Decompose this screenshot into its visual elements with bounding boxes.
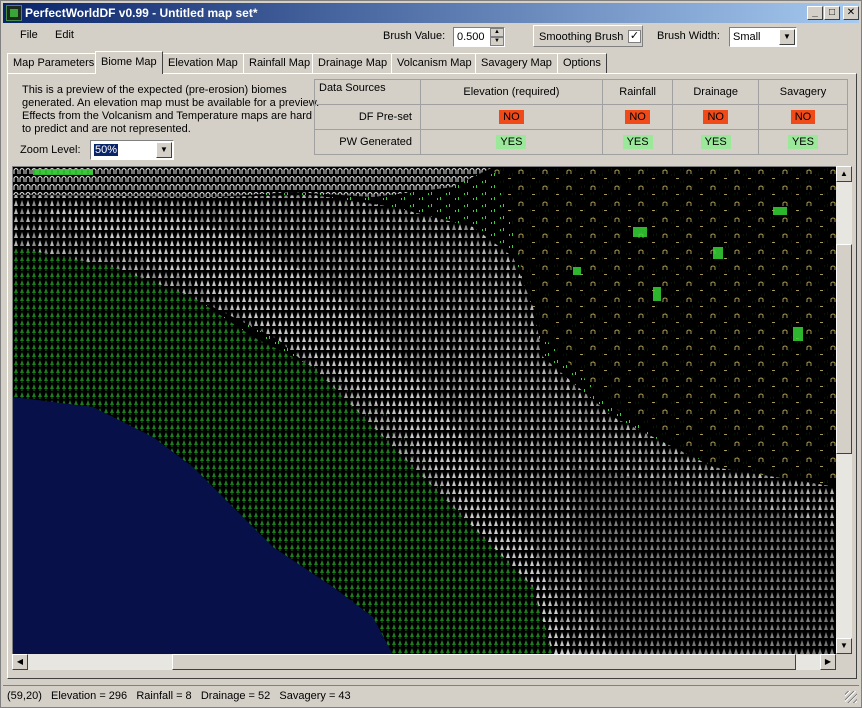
scroll-up-icon[interactable]: ▲ xyxy=(836,166,852,182)
status-badge: YES xyxy=(496,135,527,149)
brush-width-label: Brush Width: xyxy=(657,30,720,42)
biome-map-canvas[interactable] xyxy=(12,166,836,654)
title-bar: PerfectWorldDF v0.99 - Untitled map set*… xyxy=(3,3,859,23)
data-sources-title: Data Sources xyxy=(314,79,421,105)
grass-patch xyxy=(33,169,93,175)
brush-width-value: Small xyxy=(733,31,761,43)
vertical-scrollbar[interactable]: ▲ ▼ xyxy=(836,166,852,654)
smoothing-brush-label: Smoothing Brush xyxy=(539,31,624,43)
horizontal-scrollbar[interactable]: ◀ ▶ xyxy=(12,654,836,670)
status-badge: NO xyxy=(625,110,650,124)
horizontal-scroll-thumb[interactable] xyxy=(172,654,796,670)
tab-savagery-map[interactable]: Savagery Map xyxy=(475,53,558,73)
column-header: Savagery xyxy=(757,79,849,105)
grass-patch xyxy=(573,267,581,275)
status-badge: YES xyxy=(787,135,818,149)
row-label: PW Generated xyxy=(314,129,421,155)
tab-options[interactable]: Options xyxy=(557,53,607,73)
scroll-down-icon[interactable]: ▼ xyxy=(836,638,852,654)
biome-map-image[interactable] xyxy=(13,167,836,654)
smoothing-brush-toggle[interactable]: Smoothing Brush ✓ xyxy=(533,25,643,47)
window-title: PerfectWorldDF v0.99 - Untitled map set* xyxy=(25,6,258,20)
menu-edit[interactable]: Edit xyxy=(55,29,74,41)
zoom-level-select[interactable]: 50% ▼ xyxy=(90,140,174,160)
menu-file[interactable]: File xyxy=(20,29,38,41)
minimize-button[interactable]: _ xyxy=(807,6,823,20)
brush-value-spinner[interactable]: 0.500 ▲ ▼ xyxy=(453,27,505,47)
zoom-level-label: Zoom Level: xyxy=(20,144,81,156)
brush-width-select[interactable]: Small ▼ xyxy=(729,27,797,47)
tab-volcanism-map[interactable]: Volcanism Map xyxy=(391,53,478,73)
status-badge: NO xyxy=(703,110,728,124)
grass-patch xyxy=(773,207,787,215)
status-badge: YES xyxy=(622,135,653,149)
tab-rainfall-map[interactable]: Rainfall Map xyxy=(243,53,317,73)
close-button[interactable]: ✕ xyxy=(843,6,859,20)
grass-patch xyxy=(713,247,723,259)
chevron-down-icon[interactable]: ▼ xyxy=(156,142,172,158)
tab-map-parameters[interactable]: Map Parameters xyxy=(7,53,101,73)
grass-patch xyxy=(653,287,661,301)
scroll-left-icon[interactable]: ◀ xyxy=(12,654,28,670)
vertical-scroll-thumb[interactable] xyxy=(836,244,852,454)
biome-description: This is a preview of the expected (pre-e… xyxy=(22,84,320,135)
column-header: Rainfall xyxy=(601,79,674,105)
column-header: Elevation (required) xyxy=(420,79,603,105)
tab-elevation-map[interactable]: Elevation Map xyxy=(162,53,244,73)
grass-patch xyxy=(633,227,647,237)
tab-drainage-map[interactable]: Drainage Map xyxy=(312,53,394,73)
status-badge: NO xyxy=(499,110,524,124)
menu-bar: File Edit Brush Value: 0.500 ▲ ▼ Smoothi… xyxy=(3,25,859,47)
smoothing-brush-checkbox[interactable]: ✓ xyxy=(628,30,641,43)
status-badge: NO xyxy=(790,110,816,124)
column-header: Drainage xyxy=(672,79,759,105)
app-icon xyxy=(6,5,22,21)
zoom-level-value: 50% xyxy=(94,144,119,156)
status-badge: YES xyxy=(700,135,731,149)
biome-map-panel: This is a preview of the expected (pre-e… xyxy=(7,73,857,679)
brush-value-field[interactable]: 0.500 xyxy=(457,31,485,43)
scroll-right-icon[interactable]: ▶ xyxy=(820,654,836,670)
spin-down-icon[interactable]: ▼ xyxy=(490,37,504,46)
spin-up-icon[interactable]: ▲ xyxy=(490,28,504,37)
tab-biome-map[interactable]: Biome Map xyxy=(95,51,163,74)
data-sources-table: Data Sources Elevation (required) Rainfa… xyxy=(314,79,849,155)
maximize-button[interactable]: □ xyxy=(824,6,840,20)
chevron-down-icon[interactable]: ▼ xyxy=(779,29,795,45)
status-text: (59,20) Elevation = 296 Rainfall = 8 Dra… xyxy=(7,690,351,702)
status-bar: (59,20) Elevation = 296 Rainfall = 8 Dra… xyxy=(3,685,859,705)
row-label: DF Pre-set xyxy=(314,104,421,130)
grass-patch xyxy=(793,327,803,341)
app-window: PerfectWorldDF v0.99 - Untitled map set*… xyxy=(0,0,862,708)
brush-value-label: Brush Value: xyxy=(383,30,446,42)
resize-grip-icon[interactable] xyxy=(845,691,857,703)
